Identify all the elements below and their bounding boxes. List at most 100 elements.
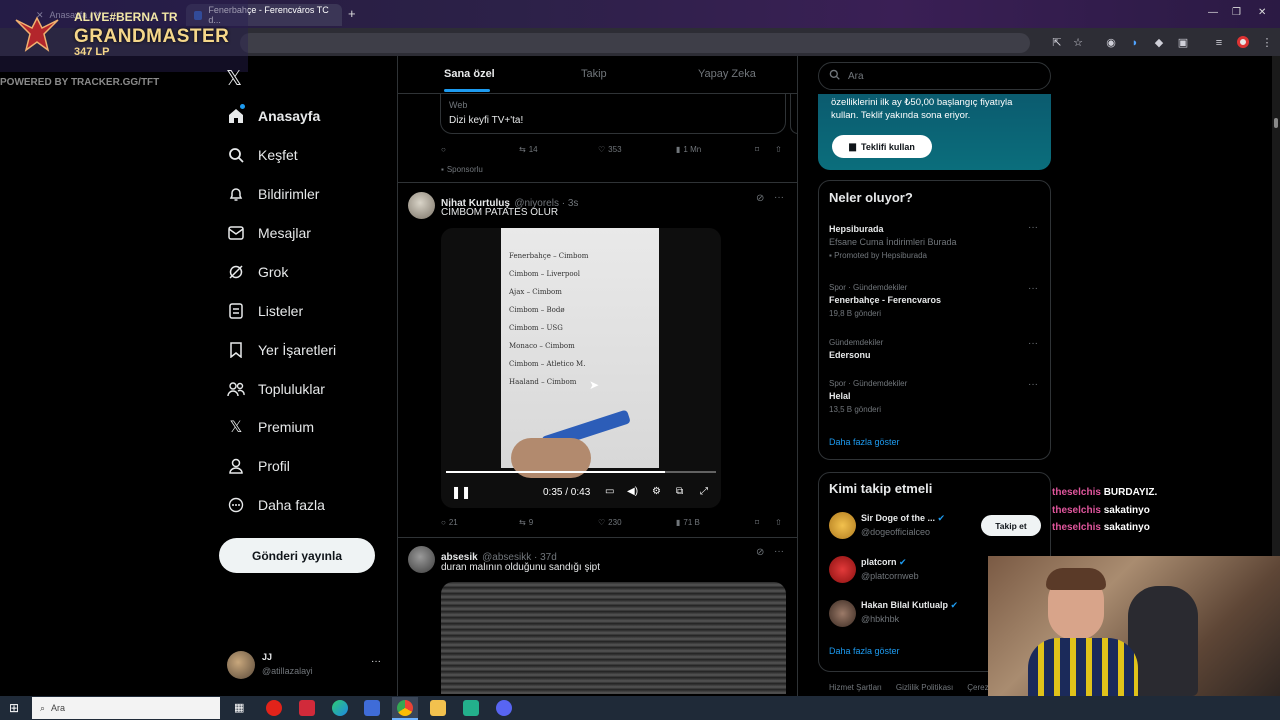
scrollbar-thumb[interactable] [1274, 118, 1278, 128]
user-avatar[interactable] [829, 512, 856, 539]
trend-more-icon[interactable]: ··· [1028, 338, 1038, 349]
app-green-icon[interactable] [463, 700, 479, 716]
fullscreen-icon[interactable]: ⤢ [700, 486, 708, 497]
views-icon: ▮ [676, 518, 681, 527]
trend-more-icon[interactable]: ··· [1028, 283, 1038, 294]
tweet-avatar[interactable] [408, 546, 435, 573]
trends-show-more-link[interactable]: Daha fazla göster [829, 437, 900, 447]
league-points: 347 LP [74, 46, 110, 58]
pause-icon[interactable]: ❚❚ [451, 485, 471, 499]
chrome-icon[interactable] [397, 700, 413, 716]
account-menu-icon[interactable]: ··· [371, 656, 381, 667]
address-bar[interactable] [240, 33, 1030, 53]
shield-extension-icon[interactable]: ◆ [1152, 36, 1166, 50]
nav-item-home[interactable]: Anasayfa [226, 102, 320, 130]
discord-icon[interactable] [496, 700, 512, 716]
tweet-video-stadium[interactable] [441, 582, 786, 694]
edge-icon[interactable] [332, 700, 348, 716]
trend-item[interactable]: Spor · Gündemdekiler Fenerbahçe - Ferenc… [829, 283, 941, 318]
nav-item-premium[interactable]: 𝕏 Premium [226, 413, 314, 441]
retweet-button[interactable]: ⇆ 9 [519, 518, 533, 527]
store-icon[interactable] [364, 700, 380, 716]
maximize-icon[interactable]: ❐ [1232, 7, 1241, 18]
bookmark-button[interactable]: ⌑ [755, 518, 759, 527]
promo-text: özelliklerini ilk ay ₺50,00 başlangıç fi… [831, 97, 1013, 121]
user-avatar[interactable] [829, 600, 856, 627]
gift-icon: ▆ [849, 141, 857, 151]
trend-item[interactable]: Hepsiburada Efsane Cuma İndirimleri Bura… [829, 224, 957, 260]
nav-item-explore[interactable]: Keşfet [226, 141, 298, 169]
nav-item-grok[interactable]: Grok [226, 258, 288, 286]
like-button[interactable]: ♡ 353 [598, 145, 622, 154]
settings-icon[interactable]: ⚙ [652, 486, 661, 497]
suggested-user[interactable]: Hakan Bilal Kutlualp ✔ @hbkhbk [861, 600, 958, 624]
gaming-chair-shape [1128, 586, 1198, 696]
tweet-video[interactable]: Fenerbahçe – Cimbom Cimbom – Liverpool A… [441, 228, 721, 508]
grok-explain-icon[interactable]: ⊘ [756, 193, 764, 204]
task-view-icon[interactable]: ▦ [234, 701, 244, 714]
account-name: JJ [262, 652, 273, 662]
pip-icon[interactable]: ⧉ [676, 486, 683, 497]
reply-button[interactable]: ○ 21 [441, 518, 458, 527]
reply-button[interactable]: ○ [441, 145, 446, 154]
share-button[interactable]: ⇧ [775, 145, 782, 154]
opera-icon[interactable] [266, 700, 282, 716]
tab-ai[interactable]: Yapay Zeka [698, 68, 756, 80]
nav-item-communities[interactable]: Topluluklar [226, 375, 325, 403]
taskbar-search-input[interactable]: ⌕ Ara [32, 697, 220, 719]
grok-explain-icon[interactable]: ⊘ [756, 547, 764, 558]
tab-following[interactable]: Takip [581, 68, 607, 80]
views-button[interactable]: ▮ 71 B [676, 518, 700, 527]
trend-more-icon[interactable]: ··· [1028, 222, 1038, 233]
audio-extension-icon[interactable]: ◗ [1128, 36, 1142, 50]
minimize-icon[interactable]: — [1208, 7, 1218, 18]
grandmaster-emblem-icon [15, 16, 59, 52]
chat-message: theselchis sakatinyo [1052, 522, 1150, 533]
bookmark-button[interactable]: ⌑ [755, 145, 759, 154]
profile-avatar-icon[interactable] [1236, 36, 1250, 50]
claim-offer-button[interactable]: ▆ Teklifi kullan [832, 135, 932, 158]
nav-item-messages[interactable]: Mesajlar [226, 219, 311, 247]
volume-icon[interactable]: ◀) [627, 486, 638, 497]
captions-icon[interactable]: ▭ [605, 486, 614, 497]
tweet-avatar[interactable] [408, 192, 435, 219]
media-control-icon[interactable]: ≡ [1212, 36, 1226, 50]
video-progress-track[interactable] [446, 471, 716, 473]
x-logo-icon[interactable]: 𝕏 [226, 66, 242, 91]
trend-item[interactable]: Gündemdekiler Edersonu [829, 338, 883, 360]
post-button[interactable]: Gönderi yayınla [219, 538, 375, 573]
account-avatar[interactable] [227, 651, 255, 679]
nav-item-more[interactable]: Daha fazla [226, 491, 325, 519]
install-icon[interactable]: ⇱ [1050, 36, 1064, 50]
windows-start-icon[interactable]: ⊞ [9, 701, 19, 715]
nav-item-profile[interactable]: Profil [226, 452, 290, 480]
follow-button[interactable]: Takip et [981, 515, 1041, 536]
close-icon[interactable]: ✕ [1258, 7, 1266, 18]
nav-item-bookmarks[interactable]: Yer İşaretleri [226, 336, 336, 364]
file-explorer-icon[interactable] [430, 700, 446, 716]
menu-kebab-icon[interactable]: ⋮ [1260, 36, 1274, 50]
nav-item-lists[interactable]: Listeler [226, 297, 303, 325]
share-button[interactable]: ⇧ [775, 518, 782, 527]
new-tab-button[interactable]: + [348, 6, 356, 21]
star-icon[interactable]: ☆ [1071, 36, 1085, 50]
views-icon: ▮ [676, 145, 681, 154]
tab-for-you[interactable]: Sana özel [444, 68, 495, 80]
nav-item-notifications[interactable]: Bildirimler [226, 180, 319, 208]
suggested-user[interactable]: platcorn ✔ @platcornweb [861, 557, 919, 581]
tweet-more-icon[interactable]: ··· [774, 192, 784, 203]
suggested-user[interactable]: Sir Doge of the ... ✔ @dogeofficialceo [861, 513, 945, 537]
follow-show-more-link[interactable]: Daha fazla göster [829, 646, 900, 656]
app-red-icon[interactable] [299, 700, 315, 716]
trend-more-icon[interactable]: ··· [1028, 379, 1038, 390]
views-button[interactable]: ▮ 1 Mn [676, 145, 701, 154]
like-button[interactable]: ♡ 230 [598, 518, 622, 527]
user-avatar[interactable] [829, 556, 856, 583]
retweet-button[interactable]: ⇆ 14 [519, 145, 538, 154]
extensions-icon[interactable]: ▣ [1176, 36, 1190, 50]
camera-extension-icon[interactable]: ◉ [1104, 36, 1118, 50]
trend-item[interactable]: Spor · Gündemdekiler Helal 13,5 B gönder… [829, 379, 907, 414]
search-input[interactable]: Ara [818, 62, 1051, 90]
tweet-more-icon[interactable]: ··· [774, 546, 784, 557]
ad-card[interactable] [440, 94, 786, 134]
